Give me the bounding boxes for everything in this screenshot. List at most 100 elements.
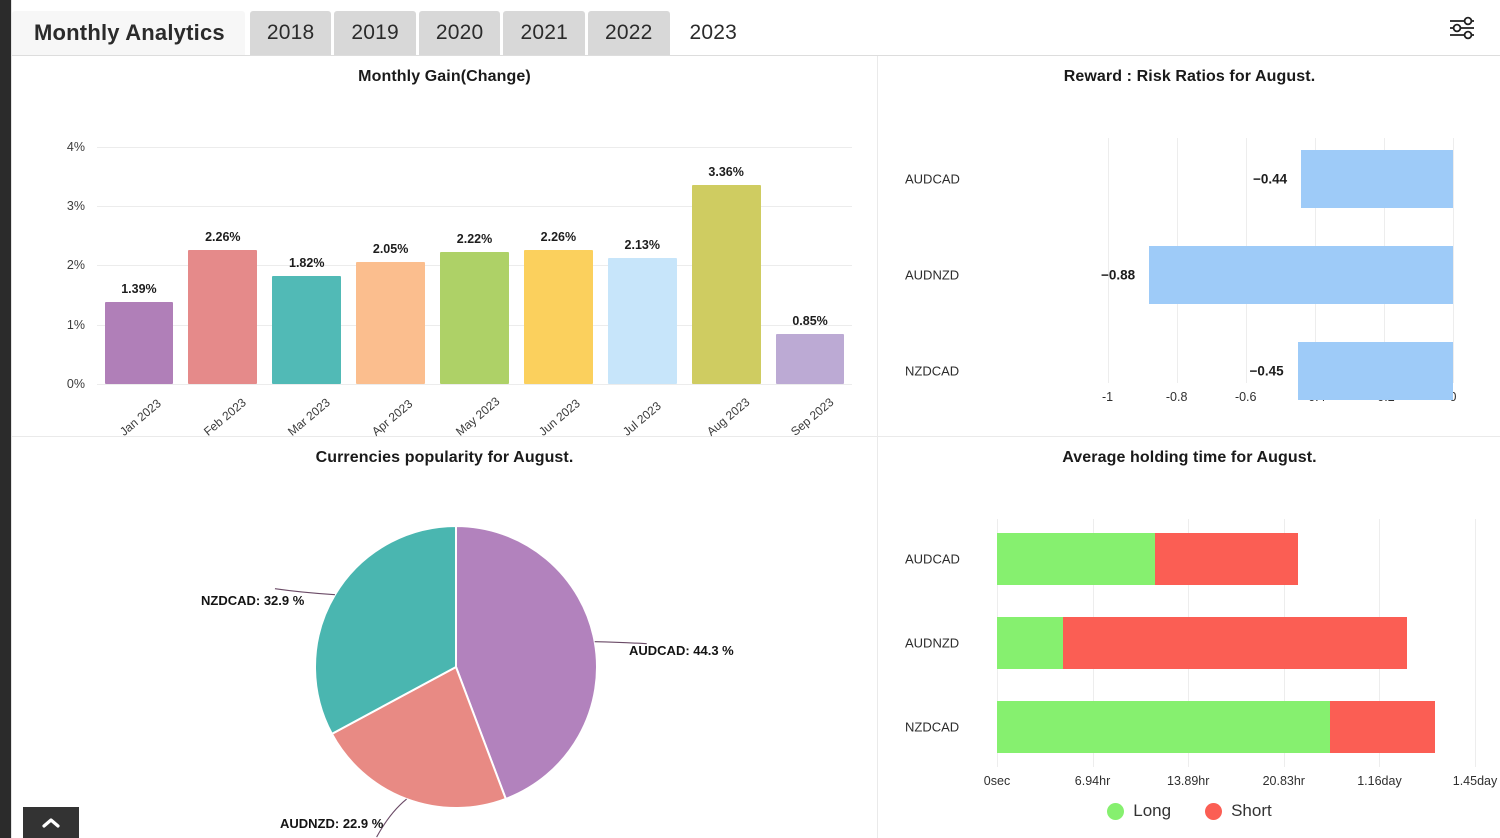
chevron-up-icon [41, 816, 61, 830]
y-axis-tick-label: 3% [67, 199, 97, 213]
category-label: AUDCAD [905, 172, 960, 187]
x-axis-tick-label: 6.94hr [1075, 774, 1110, 788]
avg-holding-time-chart: 0sec 6.94hr 13.89hr 20.83hr 1.16day 1.45day AU… [878, 467, 1500, 838]
bar[interactable] [1301, 150, 1453, 208]
tab-year-2018[interactable]: 2018 [250, 11, 332, 55]
bar[interactable] [524, 250, 593, 384]
tab-year-2020[interactable]: 2020 [419, 11, 501, 55]
bar-column[interactable] [608, 126, 677, 384]
legend-label: Long [1133, 801, 1171, 821]
x-axis-tick-label: 1.16day [1357, 774, 1401, 788]
bar[interactable] [272, 276, 341, 384]
bar-value-label: −0.88 [1101, 268, 1135, 283]
bar-value-label: −0.44 [1253, 172, 1287, 187]
bar[interactable] [608, 258, 677, 384]
x-axis-tick-label: Jul 2023 [620, 399, 664, 439]
reward-risk-chart: -1-0.8-0.6-0.4-0.20AUDCAD−0.44AUDNZD−0.8… [878, 86, 1500, 426]
bar-value-label: 3.36% [708, 165, 743, 179]
y-axis-tick-label: 1% [67, 318, 97, 332]
tab-label: 2019 [351, 21, 399, 45]
page-title: Monthly Analytics [12, 11, 245, 55]
bar-segment-long[interactable] [997, 701, 1330, 753]
panel-reward-risk: Reward : Risk Ratios for August. -1-0.8-… [878, 56, 1500, 437]
legend-color-swatch [1205, 803, 1222, 820]
x-axis-tick-label: Jan 2023 [117, 396, 164, 438]
bar[interactable] [440, 252, 509, 384]
panel-currencies-popularity: Currencies popularity for August. AUDCAD… [12, 437, 878, 838]
y-axis-tick-label: 4% [67, 140, 97, 154]
x-axis-tick-label: Mar 2023 [285, 395, 333, 438]
bar-value-label: −0.45 [1250, 364, 1284, 379]
bar-value-label: 2.13% [625, 238, 660, 252]
legend-label: Short [1231, 801, 1272, 821]
panel-monthly-gain: Monthly Gain(Change) 4%3%2%1%0%1.39%Jan … [12, 56, 878, 437]
bar-column[interactable] [188, 126, 257, 384]
bar-value-label: 0.85% [792, 314, 827, 328]
bar[interactable] [356, 262, 425, 384]
bar[interactable] [776, 334, 845, 384]
category-label: NZDCAD [905, 720, 959, 735]
avg-holding-time-title: Average holding time for August. [878, 437, 1500, 467]
tab-year-2022[interactable]: 2022 [588, 11, 670, 55]
bar[interactable] [105, 302, 174, 384]
monthly-gain-chart: 4%3%2%1%0%1.39%Jan 20232.26%Feb 20231.82… [12, 86, 877, 416]
bar-segment-short[interactable] [1155, 533, 1298, 585]
settings-button[interactable] [1442, 10, 1482, 46]
monthly-gain-title: Monthly Gain(Change) [12, 56, 877, 86]
bar-column[interactable] [776, 126, 845, 384]
bar-column[interactable] [105, 126, 174, 384]
category-label: AUDCAD [905, 552, 960, 567]
tab-label: 2022 [605, 21, 653, 45]
tab-year-2019[interactable]: 2019 [334, 11, 416, 55]
stacked-bar-row [997, 701, 1435, 753]
bar-segment-long[interactable] [997, 617, 1063, 669]
x-axis-tick-label: 13.89hr [1167, 774, 1209, 788]
bar-segment-short[interactable] [1063, 617, 1407, 669]
tab-label: 2021 [520, 21, 568, 45]
x-axis-tick-label: Aug 2023 [704, 395, 752, 439]
bar-segment-short[interactable] [1330, 701, 1435, 753]
legend-item-short[interactable]: Short [1205, 801, 1272, 821]
x-axis-tick-label: 1.45day [1453, 774, 1497, 788]
scroll-to-top-button[interactable] [23, 807, 79, 838]
bar-value-label: 2.26% [541, 230, 576, 244]
category-label: AUDNZD [905, 268, 959, 283]
bar[interactable] [1298, 342, 1453, 400]
x-axis-tick-label: Sep 2023 [788, 395, 836, 439]
reward-risk-plot: -1-0.8-0.6-0.4-0.20AUDCAD−0.44AUDNZD−0.8… [1073, 138, 1453, 403]
stacked-bar-row [997, 533, 1298, 585]
legend-color-swatch [1107, 803, 1124, 820]
stacked-bar-row [997, 617, 1407, 669]
analytics-tab-bar: Monthly Analytics 2018201920202021202220… [12, 0, 1500, 56]
bar-value-label: 2.26% [205, 230, 240, 244]
bar[interactable] [1149, 246, 1453, 304]
x-axis-tick-label: 20.83hr [1263, 774, 1305, 788]
avg-holding-time-plot: 0sec6.94hr13.89hr20.83hr1.16day1.45dayAU… [997, 519, 1475, 779]
tab-label: 2018 [267, 21, 315, 45]
bar-column[interactable] [524, 126, 593, 384]
reward-risk-title: Reward : Risk Ratios for August. [878, 56, 1500, 86]
currencies-popularity-chart: AUDCAD: 44.3 %AUDNZD: 22.9 %NZDCAD: 32.9… [12, 467, 877, 838]
x-axis-tick-label: 0sec [984, 774, 1010, 788]
avg-holding-time-legend: Long Short [878, 801, 1500, 821]
pie-svg [12, 467, 878, 838]
pie-slice-label: NZDCAD: 32.9 % [201, 593, 304, 608]
gridline [97, 384, 852, 385]
bar-column[interactable] [272, 126, 341, 384]
bar[interactable] [188, 250, 257, 384]
bar-value-label: 2.22% [457, 232, 492, 246]
legend-item-long[interactable]: Long [1107, 801, 1171, 821]
x-axis-tick-label: May 2023 [453, 394, 502, 439]
year-tabs: 2018 2019 2020 2021 2022 2023 [250, 11, 757, 55]
dashboard-page: Monthly Analytics 2018201920202021202220… [11, 0, 1500, 838]
gridline [1453, 138, 1454, 383]
bar-column[interactable] [440, 126, 509, 384]
tab-year-2021[interactable]: 2021 [503, 11, 585, 55]
y-axis-tick-label: 0% [67, 377, 97, 391]
monthly-gain-plot: 4%3%2%1%0%1.39%Jan 20232.26%Feb 20231.82… [97, 126, 852, 384]
tab-year-2023[interactable]: 2023 [673, 11, 755, 55]
bar-segment-long[interactable] [997, 533, 1155, 585]
bar[interactable] [692, 185, 761, 384]
bar-value-label: 1.39% [121, 282, 156, 296]
category-label: AUDNZD [905, 636, 959, 651]
